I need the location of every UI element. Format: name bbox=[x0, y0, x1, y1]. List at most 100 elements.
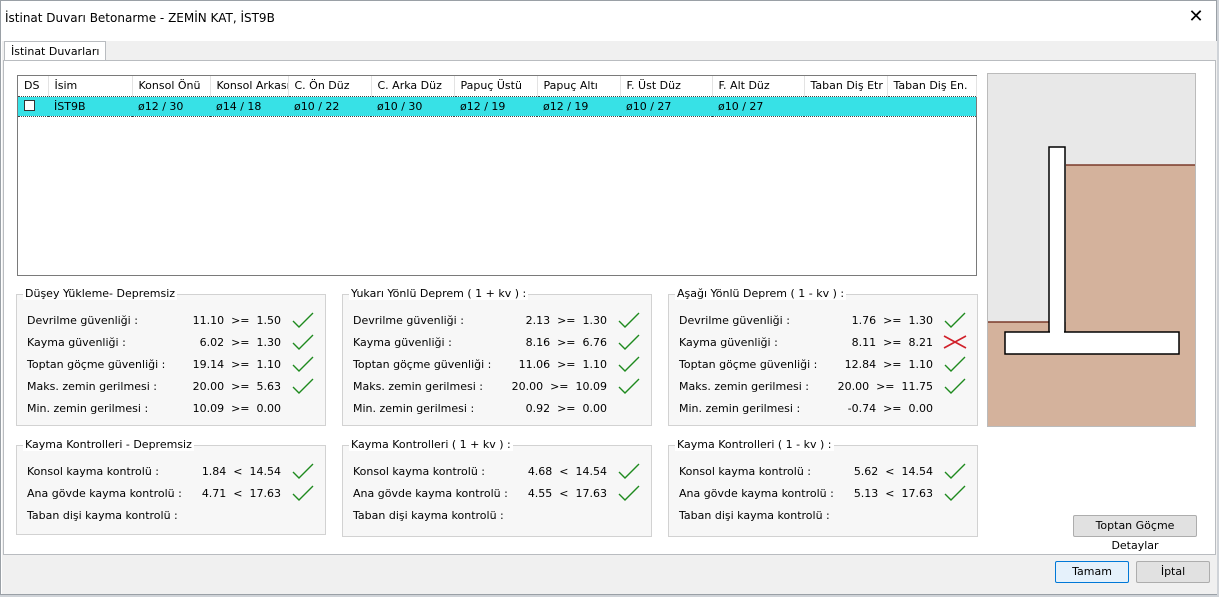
check-label: Ana gövde kayma kontrolü : bbox=[27, 487, 182, 500]
group-title: Kayma Kontrolleri ( 1 + kv ) : bbox=[349, 438, 513, 451]
check-label: Kayma güvenliği : bbox=[679, 336, 778, 349]
column-header[interactable]: C. Ön Düz bbox=[288, 76, 372, 96]
grid-header: DS İsim Konsol Önü Konsol Arkası C. Ön Düz C.… bbox=[18, 76, 977, 96]
column-header[interactable]: F. Üst Düz bbox=[620, 76, 713, 96]
check-icon bbox=[943, 354, 967, 374]
check-icon bbox=[943, 376, 967, 396]
group-title: Düşey Yükleme- Depremsiz bbox=[23, 287, 178, 300]
toptan-gocme-detay-button[interactable]: Toptan Göçme Detaylar bbox=[1073, 515, 1197, 552]
column-header[interactable]: Papuç Altı bbox=[537, 76, 621, 96]
check-icon bbox=[617, 332, 641, 352]
tab-istinat-duvarlari[interactable]: İstinat Duvarları bbox=[4, 41, 107, 61]
check-row: Kayma güvenliği : 8.16 >= 6.76 bbox=[353, 334, 643, 352]
group-kayma-depremsiz: Kayma Kontrolleri - Depremsiz Konsol kay… bbox=[16, 438, 326, 535]
check-row: Ana gövde kayma kontrolü : 5.13 < 17.63 bbox=[679, 485, 969, 503]
check-value: 1.76 >= 1.30 bbox=[851, 314, 933, 327]
check-value: 2.13 >= 1.30 bbox=[525, 314, 607, 327]
check-row: Konsol kayma kontrolü : 4.68 < 14.54 bbox=[353, 463, 643, 481]
column-header[interactable]: DS bbox=[18, 76, 49, 96]
table-cell: ø12 / 19 bbox=[454, 95, 537, 117]
group-kayma-yukari: Kayma Kontrolleri ( 1 + kv ) : Konsol ka… bbox=[342, 438, 652, 537]
check-row: Kayma güvenliği : 6.02 >= 1.30 bbox=[27, 334, 317, 352]
check-icon bbox=[943, 461, 967, 481]
check-label: Taban dişi kayma kontrolü : bbox=[27, 509, 178, 522]
cross-icon bbox=[943, 332, 967, 352]
check-row: Devrilme güvenliği : 1.76 >= 1.30 bbox=[679, 312, 969, 330]
group-yukari-deprem: Yukarı Yönlü Deprem ( 1 + kv ) : Devrilm… bbox=[342, 287, 652, 426]
column-header[interactable]: Taban Diş En. bbox=[887, 76, 977, 96]
check-label: Toptan göçme güvenliği : bbox=[679, 358, 818, 371]
column-header[interactable]: C. Arka Düz bbox=[371, 76, 455, 96]
group-dusey-depremsiz: Düşey Yükleme- Depremsiz Devrilme güvenl… bbox=[16, 287, 326, 426]
table-cell: ø12 / 19 bbox=[537, 95, 620, 117]
check-row: Kayma güvenliği : 8.11 >= 8.21 bbox=[679, 335, 969, 352]
check-value: 20.00 >= 5.63 bbox=[192, 380, 281, 393]
check-row: Maks. zemin gerilmesi : 20.00 >= 5.63 bbox=[27, 378, 317, 396]
check-row: Konsol kayma kontrolü : 5.62 < 14.54 bbox=[679, 463, 969, 481]
check-icon bbox=[291, 376, 315, 396]
column-header[interactable]: İsim bbox=[48, 76, 133, 96]
wall-footing bbox=[1004, 331, 1180, 355]
table-cell: ø14 / 18 bbox=[210, 95, 288, 117]
stem-footing-joint bbox=[1050, 331, 1064, 334]
wall-preview bbox=[987, 73, 1196, 427]
check-icon bbox=[943, 483, 967, 503]
check-value: 8.16 >= 6.76 bbox=[525, 336, 607, 349]
window-title: İstinat Duvarı Betonarme - ZEMİN KAT, İS… bbox=[5, 11, 275, 25]
check-row: Toptan göçme güvenliği : 19.14 >= 1.10 bbox=[27, 356, 317, 374]
check-icon bbox=[291, 461, 315, 481]
table-cell bbox=[804, 95, 887, 117]
cancel-button[interactable]: İptal bbox=[1136, 561, 1210, 583]
check-row: Min. zemin gerilmesi : 0.92 >= 0.00 bbox=[353, 402, 643, 418]
check-label: Devrilme güvenliği : bbox=[27, 314, 138, 327]
check-value: 4.55 < 17.63 bbox=[527, 487, 607, 500]
check-value: 4.68 < 14.54 bbox=[527, 465, 607, 478]
ok-button[interactable]: Tamam bbox=[1055, 561, 1129, 583]
column-header[interactable]: F. Alt Düz bbox=[712, 76, 805, 96]
check-icon bbox=[291, 332, 315, 352]
backfill-soil bbox=[1066, 165, 1195, 426]
check-label: Maks. zemin gerilmesi : bbox=[27, 380, 157, 393]
ds-checkbox[interactable] bbox=[24, 99, 35, 111]
check-label: Devrilme güvenliği : bbox=[679, 314, 790, 327]
table-cell: ø10 / 27 bbox=[712, 95, 804, 117]
check-row: Ana gövde kayma kontrolü : 4.55 < 17.63 bbox=[353, 485, 643, 503]
check-row: Min. zemin gerilmesi : -0.74 >= 0.00 bbox=[679, 402, 969, 418]
check-label: Devrilme güvenliği : bbox=[353, 314, 464, 327]
column-header[interactable]: Konsol Arkası bbox=[210, 76, 289, 96]
column-header[interactable]: Papuç Üstü bbox=[454, 76, 538, 96]
check-icon bbox=[291, 310, 315, 330]
wall-grid[interactable]: DS İsim Konsol Önü Konsol Arkası C. Ön Düz C.… bbox=[17, 75, 977, 276]
check-label: Toptan göçme güvenliği : bbox=[353, 358, 492, 371]
wall-section-drawing bbox=[988, 146, 1195, 426]
check-value: 11.06 >= 1.10 bbox=[518, 358, 607, 371]
check-value: 11.10 >= 1.50 bbox=[192, 314, 281, 327]
check-label: Kayma güvenliği : bbox=[27, 336, 126, 349]
group-kayma-asagi: Kayma Kontrolleri ( 1 - kv ) : Konsol ka… bbox=[668, 438, 978, 537]
check-row: Maks. zemin gerilmesi : 20.00 >= 10.09 bbox=[353, 378, 643, 396]
check-value: 19.14 >= 1.10 bbox=[192, 358, 281, 371]
check-icon bbox=[617, 310, 641, 330]
check-label: Ana gövde kayma kontrolü : bbox=[353, 487, 508, 500]
close-icon[interactable]: ✕ bbox=[1186, 7, 1206, 27]
check-value: 12.84 >= 1.10 bbox=[844, 358, 933, 371]
check-value: 1.84 < 14.54 bbox=[201, 465, 281, 478]
table-cell: ø10 / 30 bbox=[371, 95, 454, 117]
group-asagi-deprem: Aşağı Yönlü Deprem ( 1 - kv ) : Devrilme… bbox=[668, 287, 978, 426]
table-row[interactable]: İST9B ø12 / 30 ø14 / 18 ø10 / 22 ø10 / 30 ø12… bbox=[18, 95, 976, 117]
check-label: Maks. zemin gerilmesi : bbox=[679, 380, 809, 393]
check-value: 8.11 >= 8.21 bbox=[851, 336, 933, 349]
check-row: Maks. zemin gerilmesi : 20.00 >= 11.75 bbox=[679, 378, 969, 396]
check-label: Min. zemin gerilmesi : bbox=[27, 402, 149, 415]
table-cell: ø10 / 27 bbox=[620, 95, 712, 117]
column-header[interactable]: Konsol Önü bbox=[132, 76, 211, 96]
column-header[interactable]: Taban Diş Etr bbox=[804, 76, 888, 96]
check-icon bbox=[617, 354, 641, 374]
check-label: Taban dişi kayma kontrolü : bbox=[353, 509, 504, 522]
check-row: Min. zemin gerilmesi : 10.09 >= 0.00 bbox=[27, 402, 317, 418]
check-label: Konsol kayma kontrolü : bbox=[353, 465, 485, 478]
check-value: 0.92 >= 0.00 bbox=[525, 402, 607, 415]
check-value: 20.00 >= 10.09 bbox=[511, 380, 607, 393]
check-value: 5.62 < 14.54 bbox=[853, 465, 933, 478]
table-cell: ø12 / 30 bbox=[132, 95, 210, 117]
